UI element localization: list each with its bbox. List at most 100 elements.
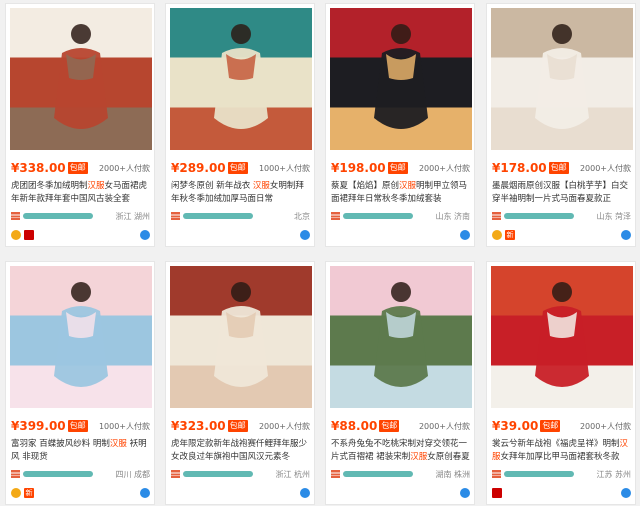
sales-count: 1000+人付款 <box>258 163 310 173</box>
product-card[interactable]: ¥39.00 包邮 2000+人付款 裳云兮新年战袍《福虎呈祥》明制汉服女拜年加… <box>486 261 636 505</box>
price-row: ¥198.00 包邮 2000+人付款 <box>331 160 470 176</box>
shop-name-redacted[interactable] <box>23 471 93 477</box>
shop-name-redacted[interactable] <box>504 471 574 477</box>
chat-icon[interactable] <box>621 488 631 498</box>
shop-location: 山东 菏泽 <box>596 211 631 221</box>
product-title[interactable]: 墨晨烟雨原创汉服【白桃芋芋】白交穿半袖明制一片式马面春夏款正 <box>492 180 631 206</box>
shop-row: 山东 菏泽 <box>492 209 631 223</box>
chat-icon[interactable] <box>460 488 470 498</box>
medal-icon <box>11 488 21 498</box>
product-card[interactable]: ¥88.00 包邮 2000+人付款 不系舟兔兔不吃桃宋制对穿交领花一片式百褶裙… <box>325 261 475 505</box>
sales-count: 2000+人付款 <box>579 421 631 431</box>
product-title[interactable]: 蔡夏【焰焰】原创汉服明制甲立领马面裙拜年日常秋冬季加绒套装 <box>331 180 470 206</box>
sales-count: 2000+人付款 <box>579 163 631 173</box>
free-shipping-badge: 包邮 <box>548 162 569 174</box>
product-title[interactable]: 虎年限定款新年战袍赛仟鲤拜年服少女改良过年旗袍中国风汉元素冬 <box>171 438 310 464</box>
shop-row: 湖南 株洲 <box>331 467 470 481</box>
shop-location: 浙江 杭州 <box>275 469 310 479</box>
store-tag-icon <box>492 488 502 498</box>
price-row: ¥323.00 包邮 2000+人付款 <box>171 418 310 434</box>
price-row: ¥338.00 包邮 2000+人付款 <box>11 160 150 176</box>
shop-name-redacted[interactable] <box>343 213 413 219</box>
medal-icon <box>492 230 502 240</box>
product-image[interactable] <box>330 266 472 408</box>
product-image[interactable] <box>170 8 312 150</box>
product-image[interactable] <box>330 8 472 150</box>
price-row: ¥178.00 包邮 2000+人付款 <box>492 160 631 176</box>
product-card[interactable]: ¥323.00 包邮 2000+人付款 虎年限定款新年战袍赛仟鲤拜年服少女改良过… <box>165 261 315 505</box>
store-tag-icon <box>24 230 34 240</box>
free-shipping-badge: 包邮 <box>67 162 88 174</box>
shop-location: 湖南 株洲 <box>435 469 470 479</box>
shop-icon <box>492 212 501 220</box>
product-card[interactable]: ¥178.00 包邮 2000+人付款 墨晨烟雨原创汉服【白桃芋芋】白交穿半袖明… <box>486 3 636 247</box>
product-image[interactable] <box>491 266 633 408</box>
price: ¥178.00 <box>492 161 547 175</box>
shop-row: 江苏 苏州 <box>492 467 631 481</box>
badge-icons-row <box>331 487 470 499</box>
product-image[interactable] <box>10 8 152 150</box>
chat-icon[interactable] <box>300 230 310 240</box>
shop-icon <box>11 212 20 220</box>
shop-location: 山东 济南 <box>435 211 470 221</box>
shop-icon <box>11 470 20 478</box>
shop-row: 北京 <box>171 209 310 223</box>
free-shipping-badge: 包邮 <box>379 420 400 432</box>
product-title[interactable]: 裳云兮新年战袍《福虎呈祥》明制汉服女拜年加厚比甲马面裙套秋冬款 <box>492 438 631 464</box>
badge-icons-row <box>11 229 150 241</box>
price: ¥338.00 <box>11 161 66 175</box>
price: ¥323.00 <box>171 419 226 433</box>
product-card[interactable]: ¥289.00 包邮 1000+人付款 闲梦冬原创 新年战衣 汉服女明制拜年秋冬… <box>165 3 315 247</box>
product-card[interactable]: ¥338.00 包邮 2000+人付款 虎团团冬季加绒明制汉服女马面裙虎年新年款… <box>5 3 155 247</box>
shop-location: 浙江 湖州 <box>115 211 150 221</box>
price: ¥289.00 <box>171 161 226 175</box>
shop-name-redacted[interactable] <box>504 213 574 219</box>
price: ¥198.00 <box>331 161 386 175</box>
free-shipping-badge: 包邮 <box>540 420 561 432</box>
medal-icon <box>11 230 21 240</box>
product-grid: ¥338.00 包邮 2000+人付款 虎团团冬季加绒明制汉服女马面裙虎年新年款… <box>0 0 640 506</box>
price: ¥39.00 <box>492 419 539 433</box>
chat-icon[interactable] <box>140 230 150 240</box>
new-tag-icon: 新 <box>505 230 515 240</box>
product-card[interactable]: ¥399.00 包邮 1000+人付款 富羽家 百蝶披风纱料 明制汉服 袄明风 … <box>5 261 155 505</box>
product-title[interactable]: 富羽家 百蝶披风纱料 明制汉服 袄明风 非现货 <box>11 438 150 464</box>
sales-count: 1000+人付款 <box>98 421 150 431</box>
product-title[interactable]: 不系舟兔兔不吃桃宋制对穿交领花一片式百褶裙 裙装宋制汉服女原创春夏 <box>331 438 470 464</box>
product-title[interactable]: 虎团团冬季加绒明制汉服女马面裙虎年新年款拜年套中国风古装全套 <box>11 180 150 206</box>
product-image[interactable] <box>10 266 152 408</box>
price-row: ¥399.00 包邮 1000+人付款 <box>11 418 150 434</box>
product-title[interactable]: 闲梦冬原创 新年战衣 汉服女明制拜年秋冬季加绒加厚马面日常 <box>171 180 310 206</box>
shop-icon <box>331 212 340 220</box>
badge-icons-row: 新 <box>11 487 150 499</box>
shop-icon <box>331 470 340 478</box>
price-row: ¥39.00 包邮 2000+人付款 <box>492 418 631 434</box>
shop-row: 浙江 杭州 <box>171 467 310 481</box>
chat-icon[interactable] <box>460 230 470 240</box>
chat-icon[interactable] <box>621 230 631 240</box>
free-shipping-badge: 包邮 <box>227 162 248 174</box>
product-card[interactable]: ¥198.00 包邮 2000+人付款 蔡夏【焰焰】原创汉服明制甲立领马面裙拜年… <box>325 3 475 247</box>
product-image[interactable] <box>170 266 312 408</box>
shop-name-redacted[interactable] <box>183 471 253 477</box>
shop-name-redacted[interactable] <box>183 213 253 219</box>
badge-icons-row: 新 <box>492 229 631 241</box>
free-shipping-badge: 包邮 <box>227 420 248 432</box>
badge-icons-row <box>171 229 310 241</box>
chat-icon[interactable] <box>300 488 310 498</box>
new-tag-icon: 新 <box>24 488 34 498</box>
badge-icons-row <box>171 487 310 499</box>
sales-count: 2000+人付款 <box>418 421 470 431</box>
shop-row: 浙江 湖州 <box>11 209 150 223</box>
shop-row: 四川 成都 <box>11 467 150 481</box>
shop-name-redacted[interactable] <box>343 471 413 477</box>
shop-icon <box>171 470 180 478</box>
price-row: ¥88.00 包邮 2000+人付款 <box>331 418 470 434</box>
badge-icons-row <box>331 229 470 241</box>
badge-icons-row <box>492 487 631 499</box>
shop-name-redacted[interactable] <box>23 213 93 219</box>
chat-icon[interactable] <box>140 488 150 498</box>
price: ¥88.00 <box>331 419 378 433</box>
product-image[interactable] <box>491 8 633 150</box>
free-shipping-badge: 包邮 <box>387 162 408 174</box>
